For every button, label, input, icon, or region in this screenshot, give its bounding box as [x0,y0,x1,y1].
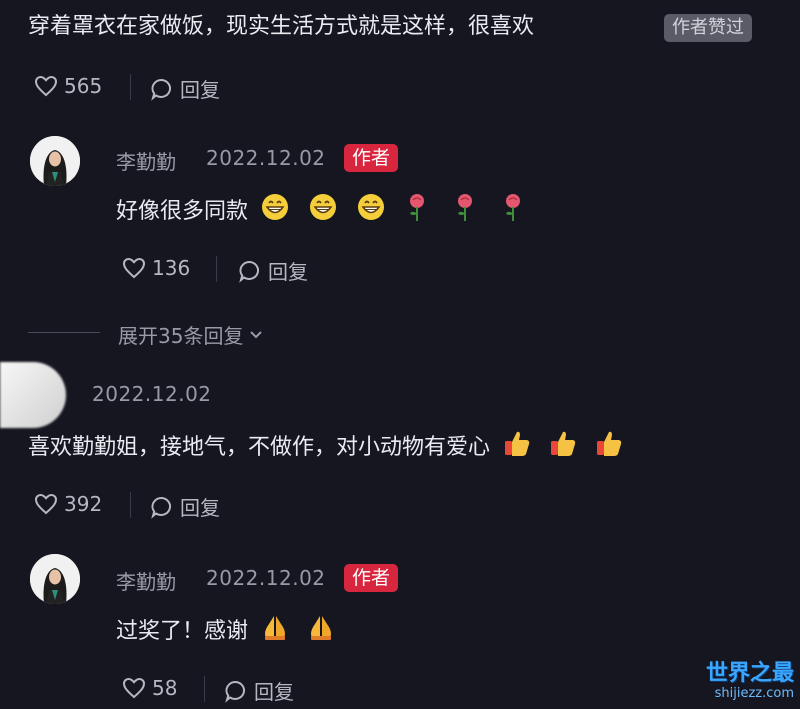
comment-text: 过奖了！感谢 [116,618,249,644]
comment-date: 2022.12.02 [92,382,212,406]
like-count: 136 [152,256,191,280]
reply-bubble-icon [151,78,171,101]
divider [204,676,205,702]
grin-emoji [308,192,338,231]
comment-text-row: 过奖了！感谢 [116,612,336,651]
heart-icon [122,257,146,279]
heart-icon [34,75,58,97]
like-count: 392 [64,492,103,516]
avatar-image [30,554,80,604]
pray-emoji [306,612,336,651]
avatar[interactable] [30,554,80,604]
thumbs-up-emoji [502,428,532,467]
heart-icon [122,677,146,699]
like-button[interactable]: 565 [34,74,102,98]
comment-text-row: 喜欢勤勤姐，接地气，不做作，对小动物有爱心 [28,428,624,467]
like-button[interactable]: 136 [122,256,190,280]
comment-text: 穿着罩衣在家做饭，现实生活方式就是这样，很喜欢 [28,14,535,39]
watermark: 世界之最 shijiezz.com [706,662,794,702]
grin-emoji [356,192,386,231]
rose-emoji [502,192,524,231]
expand-divider [28,332,100,333]
avatar-image [30,136,80,186]
reply-button[interactable]: 回复 [224,676,294,705]
author-liked-badge: 作者赞过 [664,14,752,42]
reply-button[interactable]: 回复 [150,492,220,521]
commenter-name[interactable]: 李勤勤 [116,566,176,595]
like-count: 565 [64,74,103,98]
author-badge: 作者 [344,144,399,172]
reply-bubble-icon [225,680,245,703]
reply-button[interactable]: 回复 [238,256,308,285]
comment-text-row: 好像很多同款 [116,192,524,231]
comment-text: 喜欢勤勤姐，接地气，不做作，对小动物有爱心 [28,434,491,460]
like-button[interactable]: 58 [122,676,177,700]
rose-emoji [406,192,428,231]
grin-emoji [260,192,290,231]
pray-emoji [260,612,290,651]
expand-replies-button[interactable]: 展开35条回复 [118,320,265,349]
reply-label: 回复 [180,78,220,102]
chevron-down-icon [250,330,263,338]
reply-label: 回复 [254,680,294,704]
reply-button[interactable]: 回复 [150,74,220,103]
like-count: 58 [152,676,178,700]
divider [216,256,217,282]
thumbs-up-emoji [548,428,578,467]
divider [130,74,131,100]
watermark-url: shijiezz.com [714,686,794,701]
comment-date: 2022.12.02 [206,566,326,590]
divider [130,492,131,518]
thumbs-up-emoji [594,428,624,467]
reply-label: 回复 [268,260,308,284]
like-button[interactable]: 392 [34,492,102,516]
reply-bubble-icon [239,260,259,283]
watermark-title: 世界之最 [705,661,794,686]
comment-text: 好像很多同款 [116,198,249,224]
comment-date: 2022.12.02 [206,146,326,170]
author-badge: 作者 [344,564,399,592]
avatar[interactable] [30,136,80,186]
expand-replies-label: 展开35条回复 [118,324,244,348]
rose-emoji [454,192,476,231]
avatar[interactable] [0,362,66,428]
commenter-name[interactable]: 李勤勤 [116,146,176,175]
heart-icon [34,493,58,515]
reply-bubble-icon [151,496,171,519]
reply-label: 回复 [180,496,220,520]
